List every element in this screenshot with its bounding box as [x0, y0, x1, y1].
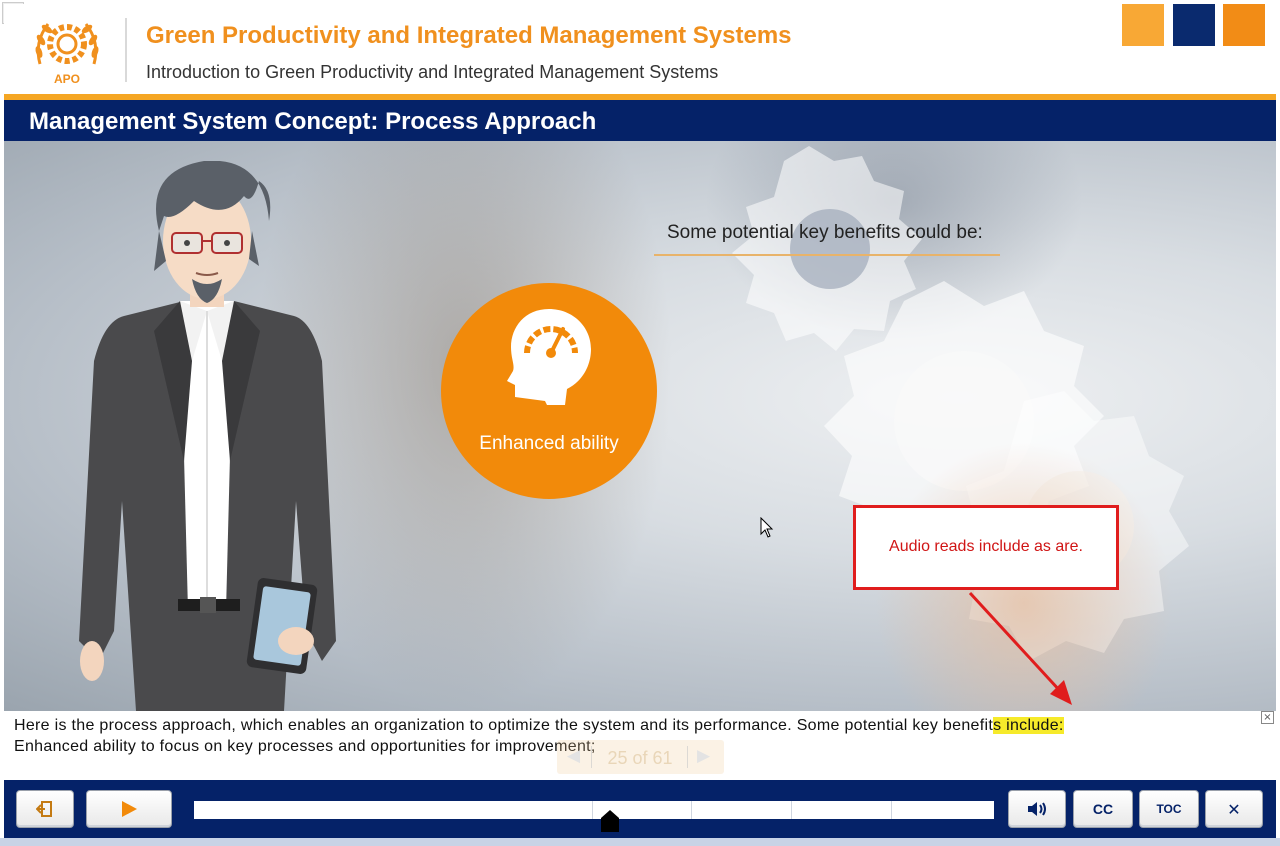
benefit-label: Enhanced ability	[479, 433, 619, 454]
next-slide-button[interactable]: ▶	[697, 746, 710, 766]
exit-course-button[interactable]	[16, 790, 74, 828]
slide-navigator: ◀ 25 of 61 ▶	[557, 740, 724, 774]
close-course-button[interactable]: ✕	[1205, 790, 1263, 828]
annotation-text: Audio reads include as are.	[889, 538, 1083, 555]
cc-label: CC	[1092, 801, 1114, 817]
decorative-square	[1173, 4, 1215, 46]
player-control-bar: CC TOC ✕	[4, 780, 1276, 838]
progress-tick	[891, 801, 892, 819]
progress-tick	[592, 801, 593, 819]
slide-title: Management System Concept: Process Appro…	[29, 108, 597, 135]
close-icon[interactable]: ×	[1261, 711, 1274, 724]
progress-bar[interactable]	[194, 801, 994, 819]
volume-icon	[1028, 802, 1046, 816]
nav-separator	[687, 746, 688, 768]
previous-slide-button[interactable]: ◀	[567, 746, 580, 766]
head-gauge-icon	[507, 309, 591, 405]
exit-door-icon	[36, 801, 52, 817]
caption-segment: Here is the process approach, which enab…	[14, 717, 994, 734]
slide-canvas: Some potential key benefits could be: En…	[4, 141, 1276, 711]
heading-underline	[654, 254, 1000, 256]
play-icon	[122, 801, 137, 817]
course-title: Green Productivity and Integrated Manage…	[146, 22, 792, 49]
caption-highlight: s include:	[993, 717, 1064, 734]
benefits-heading: Some potential key benefits could be:	[667, 222, 983, 243]
progress-tick	[791, 801, 792, 819]
close-icon: ✕	[1227, 799, 1241, 819]
volume-button[interactable]	[1008, 790, 1066, 828]
logo-divider	[125, 18, 127, 82]
review-annotation-box: Audio reads include as are.	[853, 505, 1119, 590]
decorative-square	[1122, 4, 1164, 46]
play-button[interactable]	[86, 790, 172, 828]
toc-label: TOC	[1156, 802, 1182, 816]
presenter-character	[79, 161, 336, 711]
window-bottom-strip	[0, 838, 1280, 846]
course-player: » APO Green Productivity and Integrated …	[0, 0, 1280, 846]
progress-scrubber[interactable]	[600, 810, 620, 832]
slide-title-bar: Management System Concept: Process Appro…	[4, 100, 1276, 141]
nav-separator	[591, 746, 592, 768]
table-of-contents-button[interactable]: TOC	[1139, 790, 1199, 828]
cursor-icon	[760, 517, 774, 538]
slide-counter: 25 of 61	[607, 748, 673, 768]
decorative-square	[1223, 4, 1265, 46]
benefit-circle: Enhanced ability	[441, 283, 657, 499]
caption-line-2: Enhanced ability to focus on key process…	[14, 738, 596, 755]
course-header: APO Green Productivity and Integrated Ma…	[4, 4, 1276, 94]
logo-icon: APO	[35, 23, 99, 86]
closed-captions-button[interactable]: CC	[1073, 790, 1133, 828]
progress-tick	[691, 801, 692, 819]
svg-text:APO: APO	[54, 72, 80, 86]
course-subtitle: Introduction to Green Productivity and I…	[146, 62, 719, 82]
